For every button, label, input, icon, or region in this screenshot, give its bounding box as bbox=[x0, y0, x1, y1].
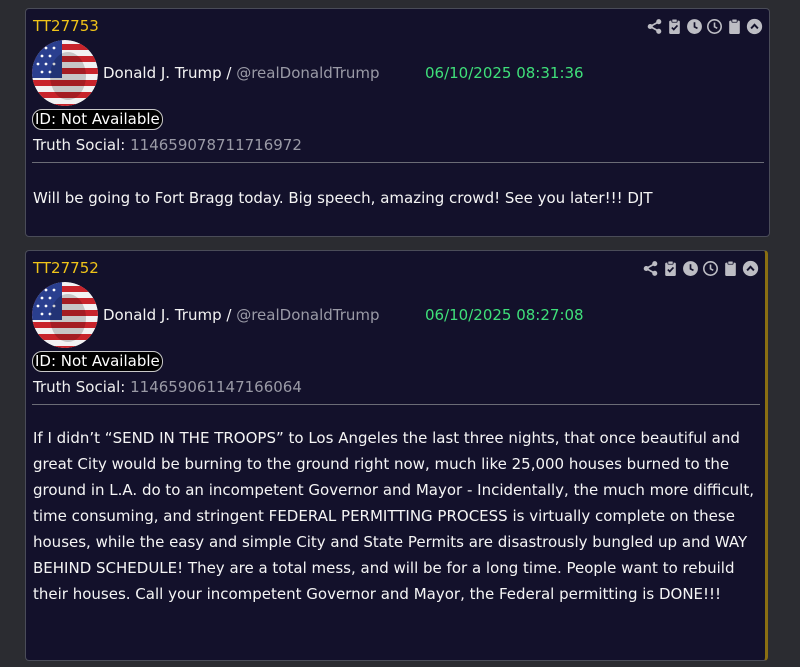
author-name: Donald J. Trump / bbox=[103, 64, 232, 82]
divider bbox=[32, 162, 764, 163]
post-body: If I didn’t “SEND IN THE TROOPS” to Los … bbox=[33, 429, 754, 603]
clipboard-icon[interactable] bbox=[726, 18, 743, 35]
clock-outline-icon[interactable] bbox=[706, 18, 723, 35]
platform-label: Truth Social: bbox=[33, 136, 126, 154]
platform-line: Truth Social: 114659078711716972 bbox=[33, 136, 302, 154]
author-handle[interactable]: @realDonaldTrump bbox=[236, 306, 379, 324]
clipboard-check-icon[interactable] bbox=[666, 18, 683, 35]
avatar bbox=[32, 282, 98, 348]
author-name: Donald J. Trump / bbox=[103, 306, 232, 324]
post-toolbar bbox=[646, 18, 763, 35]
post-body: Will be going to Fort Bragg today. Big s… bbox=[33, 189, 653, 207]
platform-post-id[interactable]: 114659078711716972 bbox=[130, 136, 302, 154]
clock-outline-icon[interactable] bbox=[702, 260, 719, 277]
post-toolbar bbox=[642, 260, 759, 277]
platform-line: Truth Social: 114659061147166064 bbox=[33, 378, 302, 396]
clock-filled-icon[interactable] bbox=[686, 18, 703, 35]
avatar bbox=[32, 40, 98, 106]
collapse-up-icon[interactable] bbox=[746, 18, 763, 35]
post-card: TT27752 Donald J. Trump / @realDonaldTru… bbox=[25, 250, 768, 661]
clock-filled-icon[interactable] bbox=[682, 260, 699, 277]
clipboard-icon[interactable] bbox=[722, 260, 739, 277]
share-icon[interactable] bbox=[642, 260, 659, 277]
id-badge: ID: Not Available bbox=[32, 109, 163, 130]
post-card: TT27753 Donald J. Trump / @realDonaldTru… bbox=[25, 8, 770, 237]
author-handle[interactable]: @realDonaldTrump bbox=[236, 64, 379, 82]
id-badge: ID: Not Available bbox=[32, 351, 163, 372]
post-id: TT27753 bbox=[33, 17, 99, 35]
share-icon[interactable] bbox=[646, 18, 663, 35]
platform-post-id[interactable]: 114659061147166064 bbox=[130, 378, 302, 396]
divider bbox=[32, 404, 760, 405]
author: Donald J. Trump / @realDonaldTrump bbox=[103, 306, 380, 324]
post-id: TT27752 bbox=[33, 259, 99, 277]
clipboard-check-icon[interactable] bbox=[662, 260, 679, 277]
post-timestamp: 06/10/2025 08:27:08 bbox=[425, 306, 584, 324]
platform-label: Truth Social: bbox=[33, 378, 126, 396]
post-timestamp: 06/10/2025 08:31:36 bbox=[425, 64, 584, 82]
author: Donald J. Trump / @realDonaldTrump bbox=[103, 64, 380, 82]
collapse-up-icon[interactable] bbox=[742, 260, 759, 277]
